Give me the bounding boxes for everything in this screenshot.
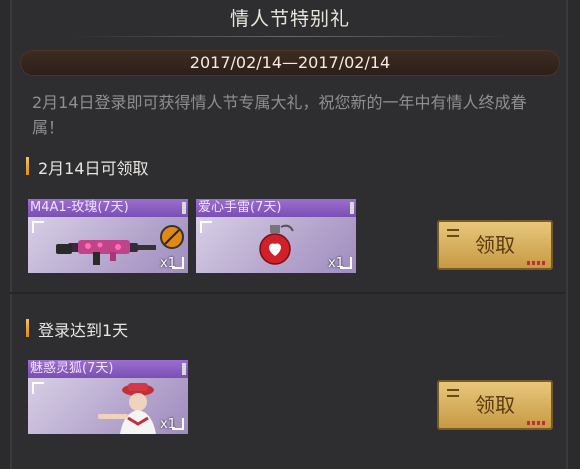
button-decoration: [447, 229, 459, 237]
item-name: 魅惑灵狐(7天): [28, 360, 188, 378]
event-description: 2月14日登录即可获得情人节专属大礼，祝您新的一年中有情人终成眷属！: [32, 93, 527, 137]
button-indicator: [527, 261, 545, 265]
reward-item-heart-grenade[interactable]: 爱心手雷(7天) x1: [196, 199, 356, 273]
section-marker: [26, 157, 29, 175]
item-card: x1: [196, 217, 356, 273]
section-marker: [26, 319, 29, 337]
title-divider: [70, 36, 510, 37]
reward-item-m4a1[interactable]: M4A1-玫瑰(7天) x1: [28, 199, 188, 273]
item-quantity: x1: [160, 417, 176, 432]
claim-button-label: 领取: [475, 393, 515, 417]
item-quantity: x1: [328, 256, 344, 271]
claim-button-1[interactable]: 领取: [437, 220, 553, 270]
item-card: x1: [28, 378, 188, 434]
button-indicator: [527, 421, 545, 425]
item-card: x1: [28, 217, 188, 273]
claim-button-2[interactable]: 领取: [437, 380, 553, 430]
item-name: 爱心手雷(7天): [196, 199, 356, 217]
section-divider: [10, 292, 566, 294]
panel-title: 情人节特别礼: [229, 8, 350, 30]
item-name: M4A1-玫瑰(7天): [28, 199, 188, 217]
section-label: 登录达到1天: [38, 321, 129, 340]
button-decoration: [447, 389, 459, 397]
date-range: 2017/02/14—2017/02/14: [20, 50, 560, 76]
claim-button-label: 领取: [475, 233, 515, 257]
section-label: 2月14日可领取: [38, 159, 149, 178]
reward-item-character[interactable]: 魅惑灵狐(7天) x1: [28, 360, 188, 434]
item-quantity: x1: [160, 256, 176, 271]
